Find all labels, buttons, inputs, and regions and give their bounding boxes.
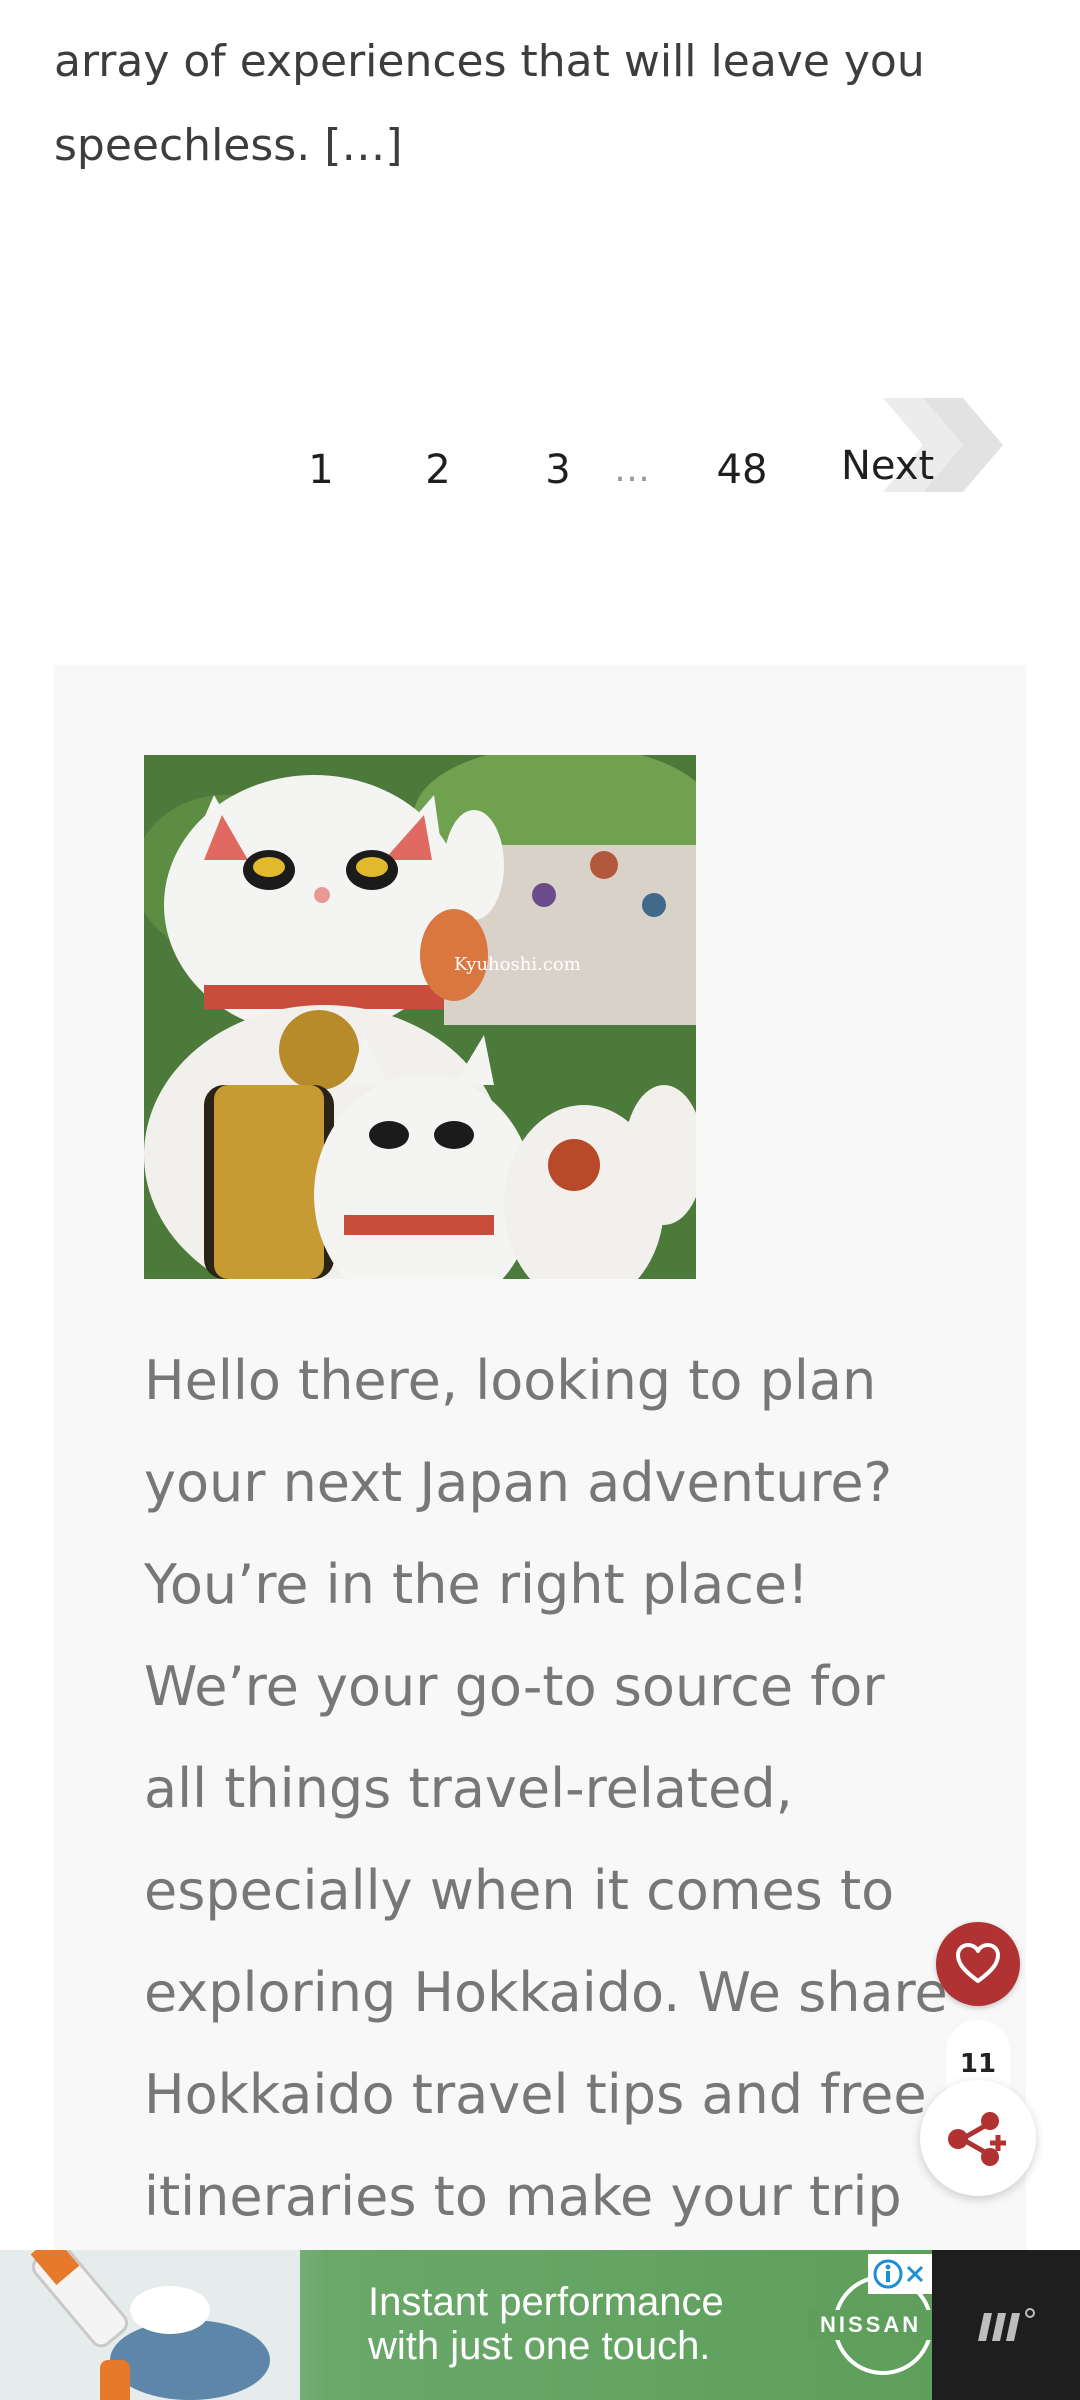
ad-network-badge[interactable] — [932, 2250, 1080, 2400]
ad-headline: Instant performance with just one touch. — [368, 2280, 724, 2368]
about-photo-lucky-cats: Kyuhoshi.com — [144, 755, 696, 1279]
ad-brand-name: NISSAN — [820, 2312, 922, 2337]
share-icon — [948, 2112, 1006, 2166]
close-icon[interactable] — [904, 2263, 926, 2285]
next-page-label: Next — [841, 443, 935, 489]
share-button[interactable] — [920, 2080, 1036, 2196]
photo-watermark: Kyuhoshi.com — [454, 954, 581, 975]
ad-headline-line2: with just one touch. — [368, 2324, 711, 2368]
pagination-ellipsis: … — [614, 449, 650, 490]
page-link-3[interactable]: 3 — [513, 440, 603, 500]
favorite-button[interactable] — [936, 1922, 1020, 2006]
lucky-cats-illustration: Kyuhoshi.com — [144, 755, 696, 1279]
page-link-2[interactable]: 2 — [393, 440, 483, 500]
ad-banner-bar: Instant performance with just one touch.… — [0, 2250, 1080, 2400]
ad-choices[interactable] — [868, 2254, 932, 2294]
about-card: Kyuhoshi.com Hello there, looking to pla… — [54, 665, 1026, 2330]
page-link-1[interactable]: 1 — [276, 440, 366, 500]
about-description: Hello there, looking to plan your next J… — [144, 1349, 948, 2330]
post-excerpt-text: array of experiences that will leave you… — [54, 36, 925, 171]
ad-banner[interactable]: Instant performance with just one touch.… — [0, 2250, 932, 2400]
ad-artwork — [0, 2250, 300, 2400]
ad-headline-line1: Instant performance — [368, 2280, 724, 2324]
pagination: 1 2 3 … 48 Next — [0, 390, 1080, 540]
page-link-48[interactable]: 48 — [697, 440, 787, 500]
next-page-button[interactable]: Next — [835, 390, 1015, 510]
brand-logo-icon — [978, 2308, 1035, 2341]
post-excerpt: array of experiences that will leave you… — [54, 20, 1034, 188]
heart-icon — [956, 1943, 1000, 1983]
info-icon[interactable] — [872, 2258, 904, 2290]
